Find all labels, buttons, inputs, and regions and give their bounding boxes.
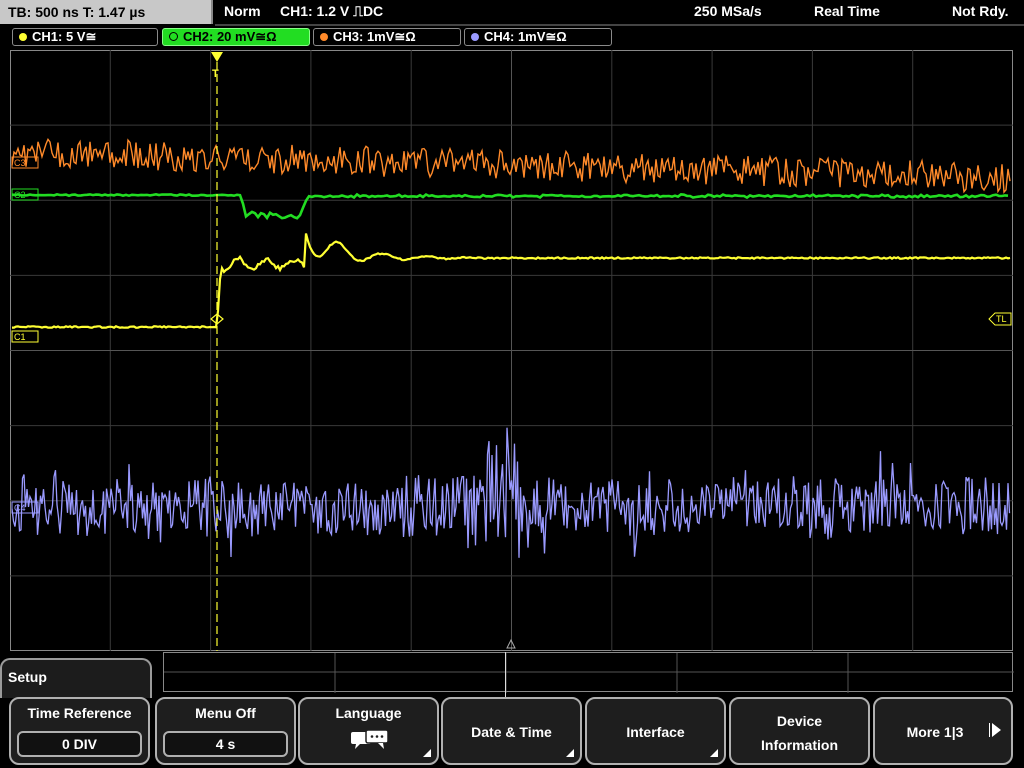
history-bar [163,652,1014,693]
submenu-indicator-icon [423,749,431,757]
time-reference-softkey[interactable]: Time Reference 0 DIV [9,697,150,765]
ch3-offset-marker[interactable]: C3 [11,156,39,169]
trigger-position-label: T [212,68,219,80]
menu-off-label: Menu Off [195,705,256,721]
ch1-offset-marker[interactable]: C1 [11,330,39,343]
submenu-indicator-icon [566,749,574,757]
trigger-position-icon[interactable] [211,52,223,62]
menu-off-value[interactable]: 4 s [163,731,288,757]
submenu-indicator-icon [710,749,718,757]
graticule [10,50,1013,651]
waveform-canvas: T C3 C2 C1 C4 TL [10,50,1013,651]
more-divider [989,723,990,737]
device-information-softkey[interactable]: Device Information [729,697,870,765]
menu-off-softkey[interactable]: Menu Off 4 s [155,697,296,765]
ch4-trace [11,427,1011,558]
device-information-label-2: Information [761,737,838,753]
history-cursor [505,652,506,697]
trigger-level-marker[interactable]: TL [988,312,1012,326]
ch1-offset-label: C1 [14,332,26,342]
ch2-trace [11,192,1009,221]
setup-title: Setup [8,669,47,685]
more-label: More 1|3 [906,724,964,740]
interface-label: Interface [626,724,685,740]
device-information-label-1: Device [776,713,823,729]
ch3-offset-label: C3 [14,158,26,168]
ch2-offset-label: C2 [14,190,26,200]
time-reference-value[interactable]: 0 DIV [17,731,142,757]
time-reference-label: Time Reference [27,705,132,721]
trigger-level-label: TL [996,314,1007,324]
speech-bubbles-icon [351,729,389,749]
history-grid [164,653,1014,693]
interface-softkey[interactable]: Interface [585,697,726,765]
language-label: Language [335,705,402,721]
date-time-label: Date & Time [471,724,552,740]
more-softkey[interactable]: More 1|3 [873,697,1013,765]
ch4-offset-label: C4 [14,503,26,513]
date-time-softkey[interactable]: Date & Time [441,697,582,765]
language-softkey[interactable]: Language [298,697,439,765]
next-page-arrow-icon [992,723,1001,737]
